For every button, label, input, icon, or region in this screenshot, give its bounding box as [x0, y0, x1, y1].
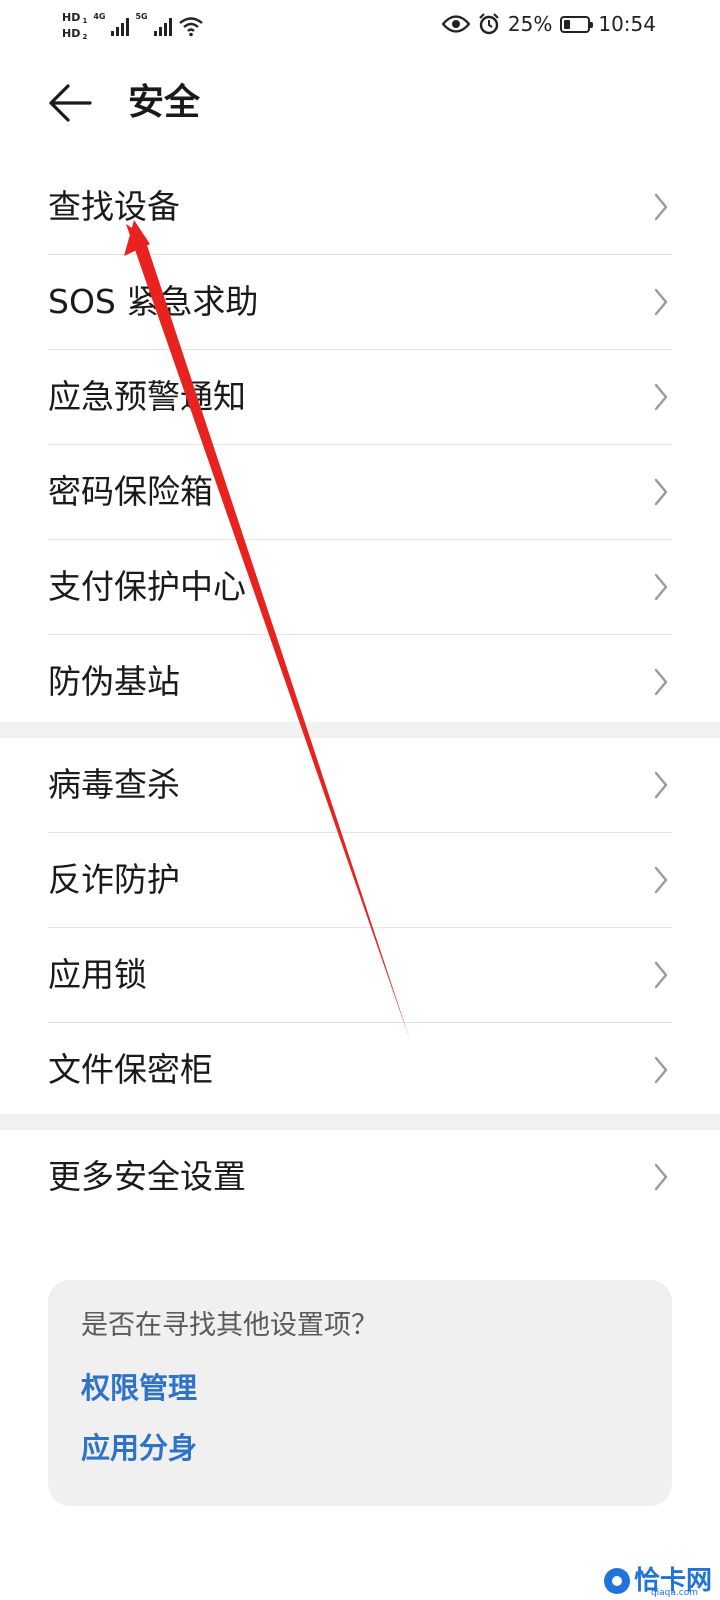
chevron-right-icon [654, 1056, 668, 1084]
status-left: HD 1 HD 2 4G 5G [62, 8, 204, 44]
link-permission-management[interactable]: 权限管理 [81, 1368, 197, 1408]
list-item-virus-scan[interactable]: 病毒查杀 [48, 738, 672, 833]
list-item-password-vault[interactable]: 密码保险箱 [48, 445, 672, 540]
section-divider [0, 722, 720, 738]
settings-group-3: 更多安全设置 [0, 1130, 720, 1224]
status-right: 25% 10:54 [441, 8, 656, 40]
battery-icon [560, 15, 594, 33]
sim-indicators: HD 1 HD 2 [62, 11, 87, 41]
signal-icon [153, 16, 172, 36]
watermark-sub: qiaqa.com [650, 1588, 698, 1598]
list-item-more-security-settings[interactable]: 更多安全设置 [48, 1130, 672, 1224]
list-item-file-safe[interactable]: 文件保密柜 [48, 1023, 672, 1117]
signal-icon [111, 16, 130, 36]
battery-fill [564, 19, 571, 29]
section-divider [0, 1114, 720, 1130]
list-item-find-device[interactable]: 查找设备 [48, 160, 672, 255]
list-item-fake-base-station[interactable]: 防伪基站 [48, 635, 672, 729]
chevron-right-icon [654, 383, 668, 411]
sim1-sub: 1 [82, 17, 88, 25]
list-item-label: 查找设备 [48, 187, 180, 226]
arrow-left-icon [49, 84, 92, 122]
list-item-label: 应急预警通知 [48, 377, 246, 416]
list-item-label: 反诈防护 [48, 860, 180, 899]
suggestion-hint: 是否在寻找其他设置项？ [81, 1310, 378, 1341]
network-type-1: 4G [93, 12, 106, 21]
chevron-right-icon [654, 573, 668, 601]
sim1-hd-icon: HD 1 [62, 11, 87, 25]
watermark: 恰卡网 qiaqa.com [603, 1566, 712, 1598]
list-item-label: 防伪基站 [48, 662, 180, 701]
clock: 10:54 [598, 12, 656, 36]
chevron-right-icon [654, 478, 668, 506]
alarm-icon [479, 13, 499, 35]
sim1-label: HD [62, 11, 81, 24]
list-item-label: SOS 紧急求助 [48, 282, 259, 321]
wifi-icon [178, 17, 203, 37]
chevron-right-icon [654, 866, 668, 894]
eye-icon [441, 15, 470, 33]
list-item-label: 应用锁 [48, 955, 147, 994]
back-button[interactable] [46, 82, 94, 124]
list-item-label: 支付保护中心 [48, 567, 246, 606]
chevron-right-icon [654, 961, 668, 989]
list-item-sos[interactable]: SOS 紧急求助 [48, 255, 672, 350]
header: 安全 [0, 70, 720, 140]
suggestion-card: 是否在寻找其他设置项？ 权限管理 应用分身 [48, 1280, 672, 1506]
list-item-payment-protection[interactable]: 支付保护中心 [48, 540, 672, 635]
watermark-logo-icon [603, 1568, 630, 1594]
list-item-label: 病毒查杀 [48, 765, 180, 804]
sim2-sub: 2 [82, 33, 88, 41]
settings-group-1: 查找设备 SOS 紧急求助 应急预警通知 密码保险箱 支付保护中心 防伪基站 [0, 160, 720, 729]
chevron-right-icon [654, 193, 668, 221]
list-item-app-lock[interactable]: 应用锁 [48, 928, 672, 1023]
list-item-label: 更多安全设置 [48, 1157, 246, 1196]
network-type-2: 5G [135, 12, 148, 21]
chevron-right-icon [654, 771, 668, 799]
settings-group-2: 病毒查杀 反诈防护 应用锁 文件保密柜 [0, 738, 720, 1117]
chevron-right-icon [654, 668, 668, 696]
sim2-label: HD [62, 27, 81, 40]
status-bar: HD 1 HD 2 4G 5G 25% 10:54 [0, 0, 720, 50]
list-item-label: 密码保险箱 [48, 472, 213, 511]
battery-percent: 25% [507, 12, 553, 36]
page-title: 安全 [128, 82, 201, 123]
sim2-hd-icon: HD 2 [62, 27, 87, 41]
list-item-emergency-alerts[interactable]: 应急预警通知 [48, 350, 672, 445]
list-item-anti-fraud[interactable]: 反诈防护 [48, 833, 672, 928]
chevron-right-icon [654, 288, 668, 316]
chevron-right-icon [654, 1163, 668, 1191]
list-item-label: 文件保密柜 [48, 1050, 213, 1089]
link-app-twin[interactable]: 应用分身 [81, 1428, 197, 1468]
